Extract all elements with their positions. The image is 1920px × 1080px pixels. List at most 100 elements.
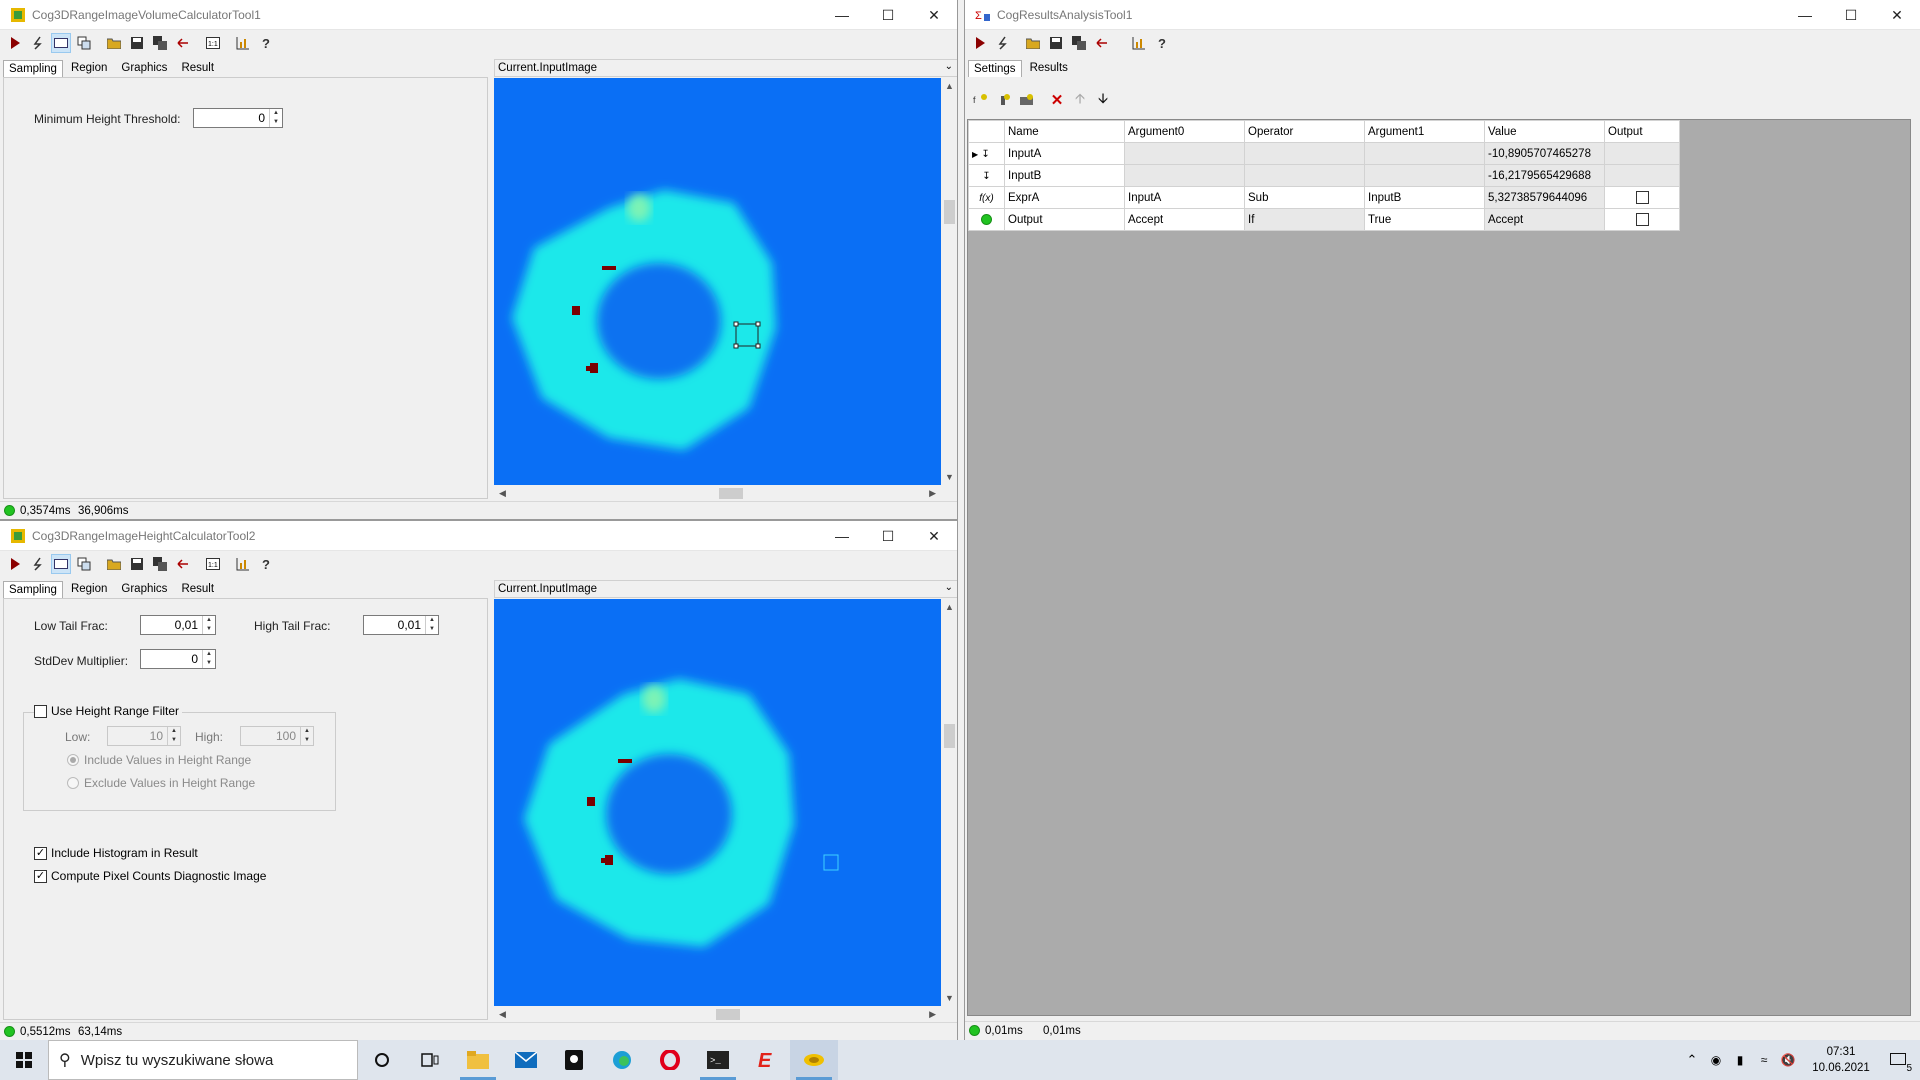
table-row[interactable]: Output Accept If True Accept — [968, 208, 1680, 231]
min-height-stepper[interactable]: 0 ▲ ▼ — [193, 108, 283, 128]
row-header[interactable]: f(x) — [968, 186, 1005, 209]
col-argument0[interactable]: Argument0 — [1124, 120, 1245, 143]
spin-arrows-icon[interactable]: ▲ ▼ — [425, 616, 438, 634]
tab-sampling[interactable]: Sampling — [3, 581, 63, 598]
chart-icon[interactable] — [1129, 33, 1149, 53]
spin-arrows-icon[interactable]: ▲ ▼ — [300, 727, 313, 745]
checkbox-unchecked-icon[interactable] — [1635, 191, 1649, 204]
move-down-icon[interactable]: 🡫 — [1093, 90, 1113, 110]
range-image-display[interactable] — [494, 599, 941, 1006]
task-view-icon[interactable] — [406, 1040, 454, 1080]
close-button[interactable]: ✕ — [1874, 0, 1920, 30]
title-bar[interactable]: Cog3DRangeImageVolumeCalculatorTool1 — ☐… — [0, 0, 957, 30]
title-bar[interactable]: Σ CogResultsAnalysisTool1 — ☐ ✕ — [965, 0, 1920, 30]
cell-name[interactable]: InputB — [1004, 164, 1125, 187]
exclude-values-radio[interactable]: Exclude Values in Height Range — [67, 776, 255, 790]
start-button[interactable] — [0, 1040, 48, 1080]
minimize-button[interactable]: — — [819, 521, 865, 551]
add-argument-icon[interactable] — [994, 90, 1014, 110]
cell-arg0[interactable]: InputA — [1124, 186, 1245, 209]
close-button[interactable]: ✕ — [911, 0, 957, 30]
search-box[interactable]: ⚲ Wpisz tu wyszukiwane słowa — [48, 1040, 358, 1080]
vertical-scrollbar[interactable]: ▲ ▼ — [941, 599, 957, 1006]
stddev-stepper[interactable]: 0 ▲ ▼ — [140, 649, 216, 669]
image-file-icon[interactable]: 1:1 — [203, 33, 223, 53]
open-folder-icon[interactable] — [104, 33, 124, 53]
notification-center-icon[interactable]: 5 — [1876, 1040, 1920, 1080]
tab-settings[interactable]: Settings — [968, 60, 1022, 77]
row-header[interactable]: ▶ ↧ — [968, 142, 1005, 165]
cell-name[interactable]: InputA — [1004, 142, 1125, 165]
low-stepper[interactable]: 10 ▲ ▼ — [107, 726, 181, 746]
run-icon[interactable] — [5, 33, 25, 53]
minimize-button[interactable]: — — [1782, 0, 1828, 30]
vision-app-icon[interactable] — [790, 1040, 838, 1080]
include-values-radio[interactable]: Include Values in Height Range — [67, 753, 251, 767]
low-tail-stepper[interactable]: 0,01 ▲ ▼ — [140, 615, 216, 635]
image-source-dropdown[interactable]: Current.InputImage ⌄ — [494, 59, 957, 77]
delete-icon[interactable]: ✕ — [1047, 90, 1067, 110]
tab-graphics[interactable]: Graphics — [115, 580, 173, 597]
chevron-up-icon[interactable]: ⌃ — [1680, 1052, 1704, 1068]
copy-icon[interactable] — [74, 33, 94, 53]
run-icon[interactable] — [5, 554, 25, 574]
display-icon[interactable] — [51, 33, 71, 53]
use-height-range-checkbox[interactable]: Use Height Range Filter — [34, 704, 183, 718]
title-bar[interactable]: Cog3DRangeImageHeightCalculatorTool2 — ☐… — [0, 521, 957, 551]
camera-icon[interactable]: ◉ — [1704, 1053, 1728, 1067]
mail-icon[interactable] — [502, 1040, 550, 1080]
tab-region[interactable]: Region — [65, 580, 113, 597]
cell-name[interactable]: ExprA — [1004, 186, 1125, 209]
open-folder-icon[interactable] — [1023, 33, 1043, 53]
electric-icon[interactable] — [28, 33, 48, 53]
tab-results[interactable]: Results — [1024, 59, 1074, 76]
copy-icon[interactable] — [74, 554, 94, 574]
col-operator[interactable]: Operator — [1244, 120, 1365, 143]
col-value[interactable]: Value — [1484, 120, 1605, 143]
cell-operator[interactable]: Sub — [1244, 186, 1365, 209]
save-icon[interactable] — [127, 554, 147, 574]
wifi-icon[interactable]: ≈ — [1752, 1053, 1776, 1067]
minimize-button[interactable]: — — [819, 0, 865, 30]
save-all-icon[interactable] — [150, 554, 170, 574]
display-icon[interactable] — [51, 554, 71, 574]
clock[interactable]: 07:31 10.06.2021 — [1806, 1044, 1876, 1076]
open-folder-icon[interactable] — [104, 554, 124, 574]
range-image-display[interactable] — [494, 78, 941, 485]
high-stepper[interactable]: 100 ▲ ▼ — [240, 726, 314, 746]
horizontal-scrollbar[interactable]: ◀ ▶ — [494, 485, 941, 502]
battery-icon[interactable]: ▮ — [1728, 1053, 1752, 1067]
tab-graphics[interactable]: Graphics — [115, 59, 173, 76]
electric-icon[interactable] — [28, 554, 48, 574]
help-icon[interactable]: ? — [256, 554, 276, 574]
tab-region[interactable]: Region — [65, 59, 113, 76]
close-button[interactable]: ✕ — [911, 521, 957, 551]
electric-icon[interactable] — [993, 33, 1013, 53]
high-tail-stepper[interactable]: 0,01 ▲ ▼ — [363, 615, 439, 635]
cell-arg0[interactable]: Accept — [1124, 208, 1245, 231]
edge-icon[interactable] — [598, 1040, 646, 1080]
add-input-icon[interactable]: f — [971, 90, 991, 110]
image-file-icon[interactable]: 1:1 — [203, 554, 223, 574]
col-name[interactable]: Name — [1004, 120, 1125, 143]
help-icon[interactable]: ? — [1152, 33, 1172, 53]
table-row[interactable]: f(x) ExprA InputA Sub InputB 5,327385796… — [968, 186, 1680, 209]
table-row[interactable]: ▶ ↧ InputA -10,8905707465278 — [968, 142, 1680, 165]
save-all-icon[interactable] — [150, 33, 170, 53]
image-source-dropdown[interactable]: Current.InputImage ⌄ — [494, 580, 957, 598]
horizontal-scrollbar[interactable]: ◀ ▶ — [494, 1006, 941, 1023]
help-icon[interactable]: ? — [256, 33, 276, 53]
cell-arg1[interactable]: True — [1364, 208, 1485, 231]
spin-arrows-icon[interactable]: ▲ ▼ — [202, 616, 215, 634]
spin-arrows-icon[interactable]: ▲ ▼ — [269, 109, 282, 127]
vertical-scrollbar[interactable]: ▲ ▼ — [941, 78, 957, 485]
row-header[interactable] — [968, 208, 1005, 231]
maps-icon[interactable] — [550, 1040, 598, 1080]
col-argument1[interactable]: Argument1 — [1364, 120, 1485, 143]
opera-icon[interactable] — [646, 1040, 694, 1080]
tab-sampling[interactable]: Sampling — [3, 60, 63, 77]
cell-output[interactable] — [1604, 186, 1680, 209]
app-e-icon[interactable]: E — [742, 1040, 790, 1080]
checkbox-unchecked-icon[interactable] — [1635, 213, 1649, 226]
speaker-muted-icon[interactable]: 🔇 — [1776, 1053, 1800, 1067]
